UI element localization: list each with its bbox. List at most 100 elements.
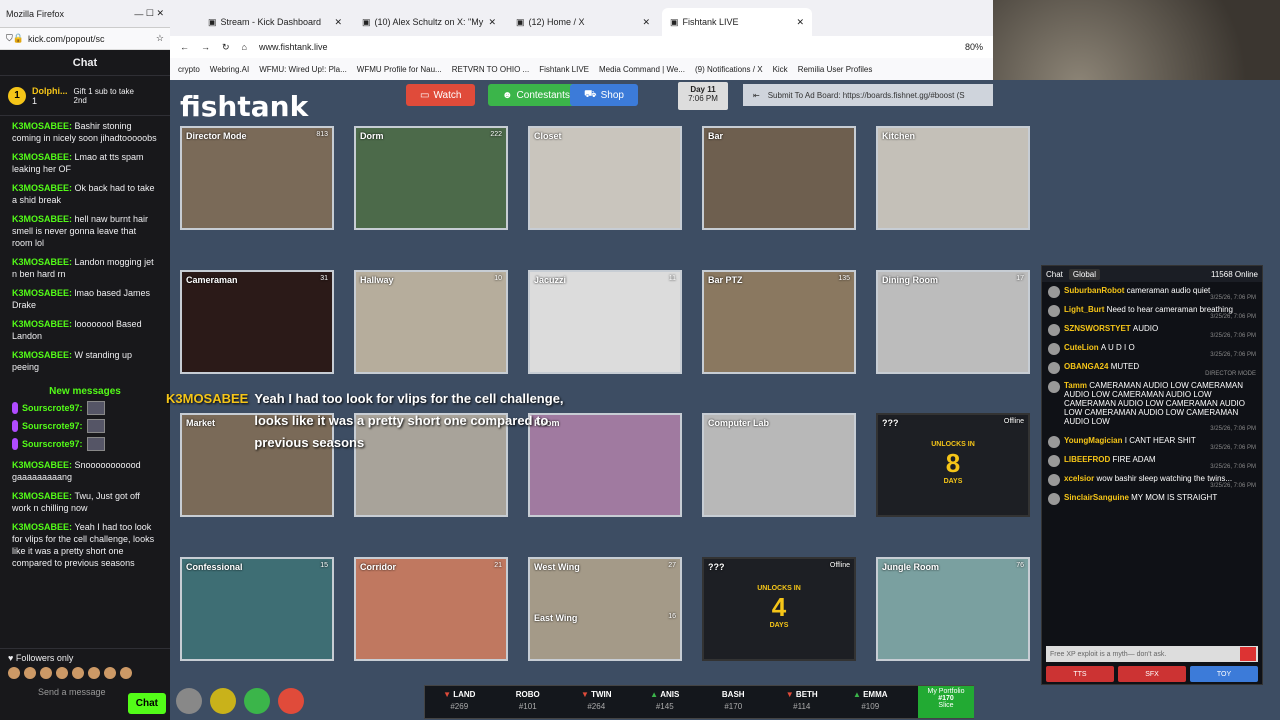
camera-tile[interactable]: Cameraman 31 bbox=[180, 270, 334, 374]
camera-tile[interactable]: Bar PTZ 135 bbox=[702, 270, 856, 374]
global-chat-input[interactable]: Free XP exploit is a myth— don't ask. bbox=[1046, 646, 1258, 662]
bookmark-item[interactable]: (9) Notifications / X bbox=[695, 65, 763, 74]
reply-username[interactable]: Sourscrote97: bbox=[22, 438, 83, 450]
popup-url-bar[interactable]: ⛉ 🔒 kick.com/popout/sc ☆ bbox=[0, 28, 170, 50]
popup-url[interactable]: kick.com/popout/sc bbox=[28, 34, 156, 44]
camera-tile[interactable]: Jungle Room 76 bbox=[876, 557, 1030, 661]
camera-tile[interactable]: Jacuzzi 11 bbox=[528, 270, 682, 374]
camera-tile[interactable]: Dorm 222 bbox=[354, 126, 508, 230]
camera-tile[interactable]: ??? Offline UNLOCKS IN 4 DAYS bbox=[702, 557, 856, 661]
bookmark-item[interactable]: Webring.AI bbox=[210, 65, 249, 74]
camera-tile[interactable]: Closet bbox=[528, 126, 682, 230]
emote-icon[interactable] bbox=[88, 667, 100, 679]
message-username[interactable]: SZNSWORSTYET bbox=[1064, 324, 1133, 333]
home-icon[interactable]: ⌂ bbox=[242, 42, 247, 52]
camera-tile[interactable]: Hallway 10 bbox=[354, 270, 508, 374]
chat-send-button[interactable]: Chat bbox=[127, 693, 166, 714]
shop-button[interactable]: ⛟ Shop bbox=[570, 84, 638, 106]
contestant-score[interactable]: ▲ ANIS #145 bbox=[631, 686, 700, 718]
emote-icon[interactable] bbox=[72, 667, 84, 679]
item-icon[interactable] bbox=[244, 688, 270, 714]
avatar[interactable] bbox=[1048, 493, 1060, 505]
reply-username[interactable]: Sourscrote97: bbox=[22, 402, 83, 414]
forward-icon[interactable]: → bbox=[201, 42, 210, 52]
bookmark-item[interactable]: RETVRN TO OHIO ... bbox=[452, 65, 530, 74]
bookmark-item[interactable]: WFMU: Wired Up!: Pla... bbox=[259, 65, 347, 74]
reload-icon[interactable]: ↻ bbox=[222, 42, 230, 53]
camera-tile[interactable]: Director Mode 813 bbox=[180, 126, 334, 230]
reply-username[interactable]: Sourscrote97: bbox=[22, 420, 83, 432]
coin-icon[interactable] bbox=[210, 688, 236, 714]
message-username[interactable]: SinclairSanguine bbox=[1064, 493, 1131, 502]
avatar[interactable] bbox=[1048, 381, 1060, 393]
ad-board-banner[interactable]: ⇤ Submit To Ad Board: https://boards.fish… bbox=[743, 84, 993, 106]
chat-username[interactable]: K3MOSABEE: bbox=[12, 350, 75, 360]
emote-icon[interactable] bbox=[40, 667, 52, 679]
message-username[interactable]: Tamm bbox=[1064, 381, 1089, 390]
message-username[interactable]: OBANGA24 bbox=[1064, 362, 1111, 371]
avatar[interactable] bbox=[1048, 324, 1060, 336]
emote-icon[interactable] bbox=[120, 667, 132, 679]
browser-tab[interactable]: ▣ Fishtank LIVE ✕ bbox=[662, 8, 812, 36]
chat-action-tts-button[interactable]: TTS bbox=[1046, 666, 1114, 682]
bookmark-item[interactable]: Remilia User Profiles bbox=[798, 65, 873, 74]
bookmark-item[interactable]: Kick bbox=[773, 65, 788, 74]
bookmark-item[interactable]: crypto bbox=[178, 65, 200, 74]
watch-button[interactable]: ▭ Watch bbox=[406, 84, 476, 106]
minimize-icon[interactable]: — bbox=[134, 9, 143, 19]
browser-tab[interactable]: ▣(10) Alex Schultz on X: "My Nex...✕ bbox=[354, 8, 504, 36]
contestant-score[interactable]: ▼ LAND #269 bbox=[425, 686, 494, 718]
chat-action-toy-button[interactable]: TOY bbox=[1190, 666, 1258, 682]
avatar[interactable] bbox=[1048, 286, 1060, 298]
avatar[interactable] bbox=[1048, 436, 1060, 448]
new-messages-banner[interactable]: New messages bbox=[0, 386, 170, 397]
message-username[interactable]: SuburbanRobot bbox=[1064, 286, 1127, 295]
contestant-score[interactable]: BASH #170 bbox=[699, 686, 768, 718]
camera-tile[interactable]: Confessional 15 bbox=[180, 557, 334, 661]
avatar[interactable] bbox=[1048, 343, 1060, 355]
contestant-score[interactable]: ▼ TWIN #264 bbox=[562, 686, 631, 718]
star-icon[interactable]: ☆ bbox=[156, 33, 164, 44]
settings-icon[interactable] bbox=[176, 688, 202, 714]
camera-tile[interactable]: Corridor 21 bbox=[354, 557, 508, 661]
camera-tile[interactable]: Bar bbox=[702, 126, 856, 230]
url-text[interactable]: www.fishtank.live bbox=[259, 42, 953, 52]
send-icon[interactable] bbox=[1240, 647, 1256, 661]
bookmark-item[interactable]: WFMU Profile for Nau... bbox=[357, 65, 442, 74]
bookmark-item[interactable]: Fishtank LIVE bbox=[539, 65, 589, 74]
chat-username[interactable]: K3MOSABEE: bbox=[12, 214, 75, 224]
alert-icon[interactable] bbox=[278, 688, 304, 714]
camera-tile[interactable]: ??? Offline UNLOCKS IN 8 DAYS bbox=[876, 413, 1030, 517]
global-tab[interactable]: Global bbox=[1068, 268, 1101, 280]
chat-username[interactable]: K3MOSABEE: bbox=[12, 288, 75, 298]
message-username[interactable]: Light_Burt bbox=[1064, 305, 1107, 314]
emote-icon[interactable] bbox=[8, 667, 20, 679]
emote-icon[interactable] bbox=[104, 667, 116, 679]
tab-close-icon[interactable]: ✕ bbox=[796, 17, 804, 28]
chat-username[interactable]: K3MOSABEE: bbox=[12, 152, 75, 162]
message-username[interactable]: YoungMagician bbox=[1064, 436, 1125, 445]
portfolio-box[interactable]: My Portfolio #170 Slice bbox=[918, 686, 974, 718]
chat-username[interactable]: K3MOSABEE: bbox=[12, 522, 75, 532]
zoom-level[interactable]: 80% bbox=[965, 42, 983, 52]
chat-username[interactable]: K3MOSABEE: bbox=[12, 319, 75, 329]
chat-action-sfx-button[interactable]: SFX bbox=[1118, 666, 1186, 682]
gift-sub-button[interactable]: Gift 1 sub to take 2nd bbox=[74, 87, 144, 105]
tab-close-icon[interactable]: ✕ bbox=[642, 17, 650, 28]
tab-close-icon[interactable]: ✕ bbox=[334, 17, 342, 28]
chat-username[interactable]: K3MOSABEE: bbox=[12, 460, 75, 470]
avatar[interactable] bbox=[1048, 474, 1060, 486]
avatar[interactable] bbox=[1048, 305, 1060, 317]
chat-username[interactable]: K3MOSABEE: bbox=[12, 121, 75, 131]
contestant-score[interactable]: ▼ BETH #114 bbox=[768, 686, 837, 718]
chat-username[interactable]: K3MOSABEE: bbox=[12, 257, 75, 267]
back-icon[interactable]: ← bbox=[180, 42, 189, 52]
contestant-score[interactable]: ROBO #101 bbox=[494, 686, 563, 718]
camera-tile[interactable]: Computer Lab bbox=[702, 413, 856, 517]
message-username[interactable]: xcelsior bbox=[1064, 474, 1096, 483]
avatar[interactable] bbox=[1048, 455, 1060, 467]
camera-tile[interactable]: Dining Room 17 bbox=[876, 270, 1030, 374]
emote-icon[interactable] bbox=[24, 667, 36, 679]
fishtank-logo[interactable]: fishtank bbox=[180, 90, 308, 123]
chat-username[interactable]: K3MOSABEE: bbox=[12, 491, 75, 501]
